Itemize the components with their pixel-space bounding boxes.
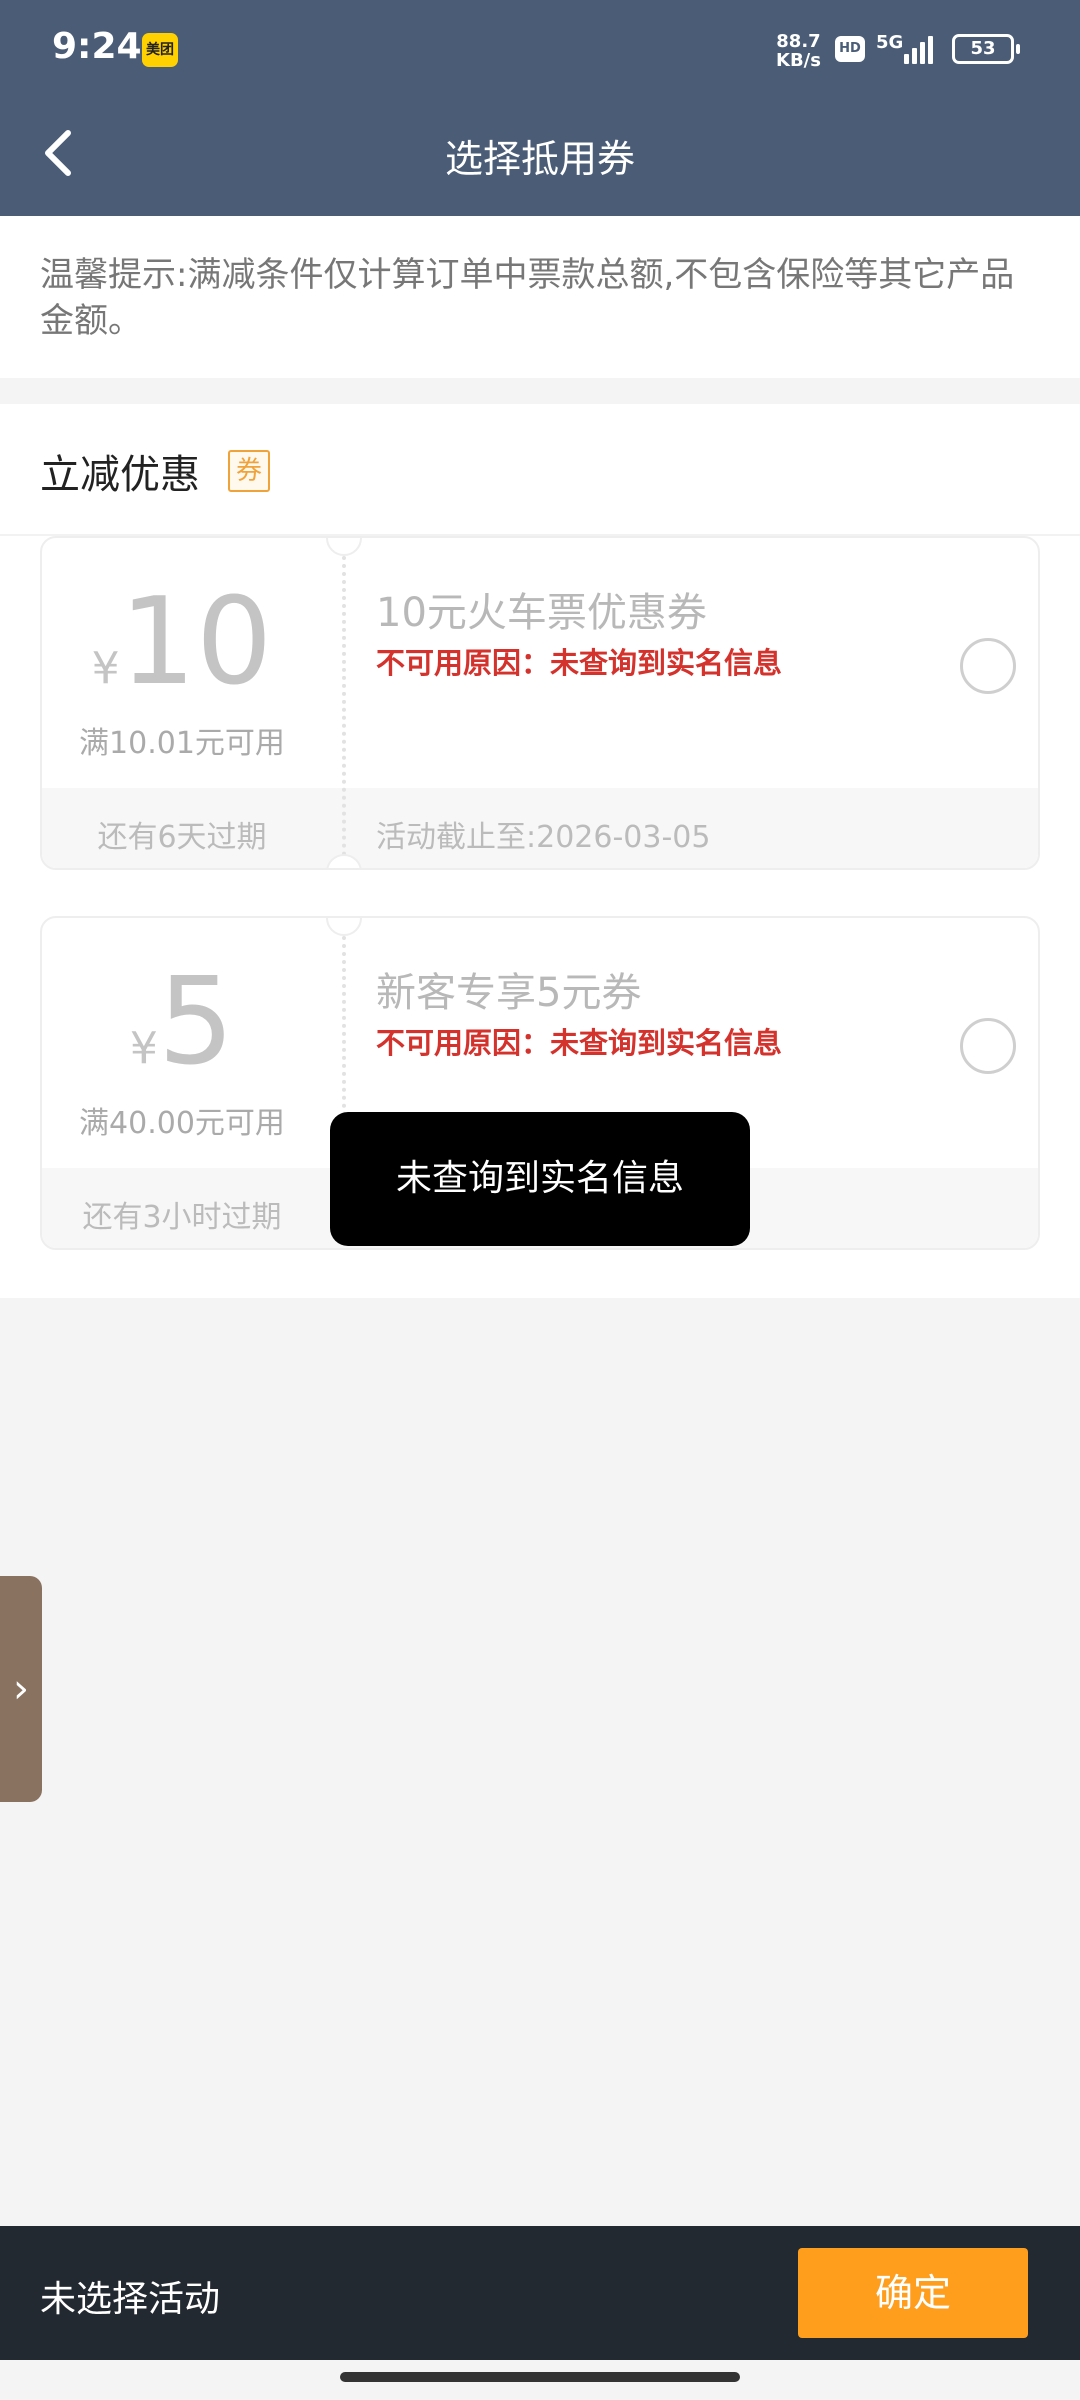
meituan-app-icon: 美团 xyxy=(142,33,178,67)
battery-icon: 53 xyxy=(952,34,1020,64)
confirm-button[interactable]: 确定 xyxy=(798,2248,1028,2338)
network-type: 5G xyxy=(876,32,904,53)
coupon-amount: ¥5 xyxy=(42,958,322,1088)
coupon-amount: ¥10 xyxy=(42,578,322,708)
coupon-value: 10 xyxy=(119,573,273,712)
coupon-expiry: 还有3小时过期 xyxy=(82,1200,282,1235)
status-bar: 9:24 美团 88.7 KB/s HD 5G 53 xyxy=(0,0,1080,100)
coupon-radio[interactable] xyxy=(960,638,1016,694)
coupon-notch xyxy=(326,538,362,556)
coupon-condition: 满40.00元可用 xyxy=(79,1106,285,1141)
signal-icon xyxy=(904,32,938,64)
coupon-condition: 满10.01元可用 xyxy=(79,726,285,761)
section-title: 立减优惠 xyxy=(40,452,200,498)
tip-text: 温馨提示:满减条件仅计算订单中票款总额,不包含保险等其它产品金额。 xyxy=(40,255,1015,341)
page-title: 选择抵用券 xyxy=(444,137,635,181)
chevron-right-icon: › xyxy=(13,1666,29,1712)
coupon-deadline: 活动截止至:2026-03-05 xyxy=(376,820,711,855)
coupon-notch xyxy=(326,918,362,936)
section-header: 立减优惠 券 xyxy=(40,442,270,502)
coupon-value: 5 xyxy=(157,953,235,1092)
coupon-expiry: 还有6天过期 xyxy=(97,820,267,855)
coupon-name: 新客专享5元券 xyxy=(376,970,642,1016)
toast-message: 未查询到实名信息 xyxy=(330,1112,750,1246)
unavailable-reason: 不可用原因：未查询到实名信息 xyxy=(376,646,783,680)
unavailable-reason: 不可用原因：未查询到实名信息 xyxy=(376,1026,783,1060)
top-bar: 9:24 美团 88.7 KB/s HD 5G 53 选择抵用券 xyxy=(0,0,1080,216)
coupon-card[interactable]: ¥10 满10.01元可用 还有6天过期 10元火车票优惠券 不可用原因：未查询… xyxy=(40,536,1040,870)
bottom-bar: 未选择活动 确定 xyxy=(0,2226,1080,2360)
network-speed: 88.7 KB/s xyxy=(776,32,821,70)
home-indicator[interactable] xyxy=(340,2372,740,2382)
currency-symbol: ¥ xyxy=(91,643,120,694)
hd-icon: HD xyxy=(835,36,865,62)
network-speed-unit: KB/s xyxy=(776,50,821,71)
coupon-radio[interactable] xyxy=(960,1018,1016,1074)
network-speed-value: 88.7 xyxy=(776,31,821,52)
coupon-perforation xyxy=(342,556,346,856)
tip-banner: 温馨提示:满减条件仅计算订单中票款总额,不包含保险等其它产品金额。 xyxy=(0,216,1080,378)
coupon-name: 10元火车票优惠券 xyxy=(376,590,707,636)
side-expand-tab[interactable]: › xyxy=(0,1576,42,1802)
status-time: 9:24 xyxy=(52,26,142,67)
currency-symbol: ¥ xyxy=(129,1023,158,1074)
coupon-badge: 券 xyxy=(228,450,270,492)
selection-status: 未选择活动 xyxy=(40,2279,221,2320)
